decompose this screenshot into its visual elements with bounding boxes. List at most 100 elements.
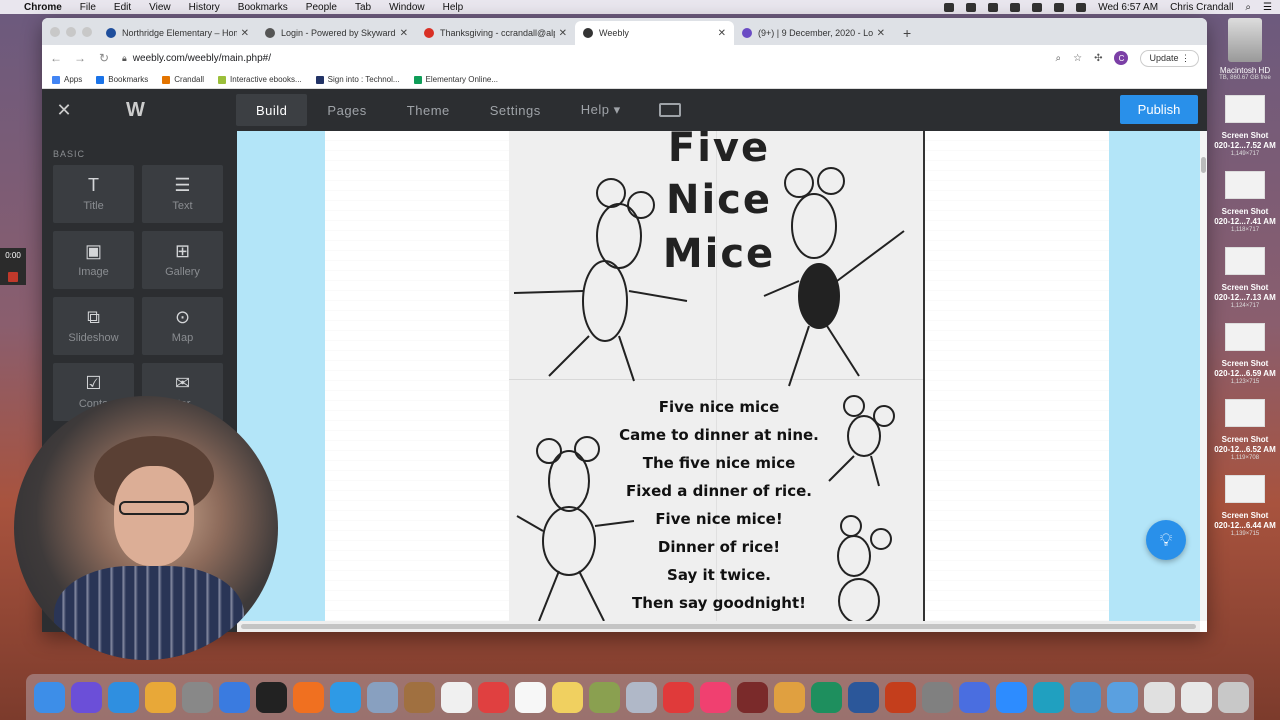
element-tile[interactable]: T Title xyxy=(53,165,134,223)
volume-icon[interactable] xyxy=(1076,2,1087,12)
dock-app-icon[interactable] xyxy=(441,681,472,713)
screenshot-file[interactable]: Screen Shot 020-12...7.52 AM 1,149×717 xyxy=(1210,95,1280,157)
airplay-icon[interactable] xyxy=(988,2,999,12)
menu-bookmarks[interactable]: Bookmarks xyxy=(238,2,288,13)
gear-icon[interactable] xyxy=(944,2,955,12)
browser-tab[interactable]: (9+) | 9 December, 2020 - Loo ✕ xyxy=(734,21,893,45)
bookmark-item[interactable]: Bookmarks xyxy=(96,75,148,84)
menu-people[interactable]: People xyxy=(306,2,337,13)
dock-app-icon[interactable] xyxy=(1070,681,1101,713)
dock-app-icon[interactable] xyxy=(34,681,65,713)
search-icon[interactable]: ⌕ xyxy=(1245,2,1251,13)
scroll-thumb[interactable] xyxy=(1201,157,1206,173)
dock-app-icon[interactable] xyxy=(256,681,287,713)
publish-button[interactable]: Publish xyxy=(1120,95,1198,124)
dock-app-icon[interactable] xyxy=(1107,681,1138,713)
control-center-icon[interactable]: ☰ xyxy=(1263,2,1272,13)
vertical-scrollbar[interactable] xyxy=(1200,131,1207,621)
close-tab-icon[interactable]: ✕ xyxy=(559,28,567,39)
screenshot-file[interactable]: Screen Shot 020-12...7.13 AM 1,124×717 xyxy=(1210,247,1280,309)
update-button[interactable]: Update ⋮ xyxy=(1140,49,1199,67)
element-tile[interactable]: ▣ Image xyxy=(53,231,134,289)
scroll-thumb[interactable] xyxy=(241,624,1196,629)
close-window-button[interactable] xyxy=(50,27,60,37)
browser-tab[interactable]: Thanksgiving - ccrandall@alpi ✕ xyxy=(416,21,575,45)
dock-app-icon[interactable] xyxy=(1144,681,1175,713)
address-bar[interactable]: 🔒︎ weebly.com/weebly/main.php#/ xyxy=(122,53,1043,64)
profile-avatar[interactable]: C xyxy=(1114,51,1129,65)
tab-pages[interactable]: Pages xyxy=(307,94,386,126)
browser-tab[interactable]: Weebly ✕ xyxy=(575,21,734,45)
bookmark-item[interactable]: Elementary Online... xyxy=(413,75,498,84)
close-tab-icon[interactable]: ✕ xyxy=(718,28,726,39)
forward-icon[interactable]: → xyxy=(74,51,86,65)
tab-build[interactable]: Build xyxy=(236,94,308,126)
element-tile[interactable]: ☰ Text xyxy=(142,165,223,223)
tab-help[interactable]: Help ▾ xyxy=(561,94,641,126)
clock[interactable]: Wed 6:57 AM xyxy=(1098,2,1158,13)
back-icon[interactable]: ← xyxy=(50,51,62,65)
url-text[interactable]: weebly.com/weebly/main.php#/ xyxy=(133,53,271,64)
page-content[interactable]: Five Nice Mice Five nice mice Came to di… xyxy=(325,131,1109,621)
close-tab-icon[interactable]: ✕ xyxy=(400,28,408,39)
new-tab-button[interactable]: + xyxy=(893,21,921,45)
zoom-icon[interactable]: ⌕ xyxy=(1055,53,1061,64)
reload-icon[interactable]: ↻ xyxy=(98,51,110,65)
menu-help[interactable]: Help xyxy=(443,2,464,13)
dock-app-icon[interactable] xyxy=(589,681,620,713)
dock-app-icon[interactable] xyxy=(885,681,916,713)
dock-app-icon[interactable] xyxy=(145,681,176,713)
screenshot-file[interactable]: Screen Shot 020-12...6.59 AM 1,123×715 xyxy=(1210,323,1280,385)
tab-settings[interactable]: Settings xyxy=(470,94,561,126)
browser-tab[interactable]: Northridge Elementary – Home ✕ xyxy=(98,21,257,45)
dock-app-icon[interactable] xyxy=(182,681,213,713)
close-tab-icon[interactable]: ✕ xyxy=(241,28,249,39)
dock-app-icon[interactable] xyxy=(737,681,768,713)
editor-canvas[interactable]: Five Nice Mice Five nice mice Came to di… xyxy=(237,131,1200,621)
browser-tab[interactable]: Login - Powered by Skyward ✕ xyxy=(257,21,416,45)
minimize-window-button[interactable] xyxy=(66,27,76,37)
hard-drive-icon[interactable]: Macintosh HD TB, 860.67 GB free xyxy=(1210,18,1280,81)
bookmark-item[interactable]: Sign into : Technol... xyxy=(315,75,400,84)
bookmark-item[interactable]: Interactive ebooks... xyxy=(218,75,302,84)
time-machine-icon[interactable] xyxy=(1010,2,1021,12)
menu-edit[interactable]: Edit xyxy=(114,2,131,13)
dock-app-icon[interactable] xyxy=(108,681,139,713)
bluetooth-icon[interactable] xyxy=(1032,2,1043,12)
dock-app-icon[interactable] xyxy=(293,681,324,713)
weebly-logo-icon[interactable]: W xyxy=(86,99,236,122)
dock-app-icon[interactable] xyxy=(848,681,879,713)
element-tile[interactable]: ⊞ Gallery xyxy=(142,231,223,289)
dock-app-icon[interactable] xyxy=(996,681,1027,713)
zoom-window-button[interactable] xyxy=(82,27,92,37)
menu-history[interactable]: History xyxy=(189,2,220,13)
evernote-icon[interactable] xyxy=(966,2,977,12)
bookmark-item[interactable]: Apps xyxy=(52,75,82,84)
extensions-icon[interactable]: ✣ xyxy=(1094,53,1102,64)
screenshot-file[interactable]: Screen Shot 020-12...7.41 AM 1,118×717 xyxy=(1210,171,1280,233)
dock-app-icon[interactable] xyxy=(774,681,805,713)
close-tab-icon[interactable]: ✕ xyxy=(877,28,885,39)
dock-app-icon[interactable] xyxy=(478,681,509,713)
dock-app-icon[interactable] xyxy=(663,681,694,713)
poem-image[interactable]: Five Nice Mice Five nice mice Came to di… xyxy=(509,131,925,621)
star-icon[interactable]: ☆ xyxy=(1073,53,1082,64)
dock-app-icon[interactable] xyxy=(515,681,546,713)
dock-app-icon[interactable] xyxy=(811,681,842,713)
horizontal-scrollbar[interactable] xyxy=(237,621,1200,632)
close-editor-icon[interactable]: ✕ xyxy=(42,100,86,121)
menu-tab[interactable]: Tab xyxy=(355,2,371,13)
lock-icon[interactable]: 🔒︎ xyxy=(122,53,127,64)
menu-window[interactable]: Window xyxy=(389,2,425,13)
menu-view[interactable]: View xyxy=(149,2,171,13)
dock-app-icon[interactable] xyxy=(71,681,102,713)
dock-app-icon[interactable] xyxy=(404,681,435,713)
screenshot-file[interactable]: Screen Shot 020-12...6.44 AM 1,139×715 xyxy=(1210,475,1280,537)
dock-app-icon[interactable] xyxy=(1181,681,1212,713)
dock-app-icon[interactable] xyxy=(552,681,583,713)
user-name[interactable]: Chris Crandall xyxy=(1170,2,1233,13)
element-tile[interactable]: ⧉ Slideshow xyxy=(53,297,134,355)
dock-app-icon[interactable] xyxy=(959,681,990,713)
bookmark-item[interactable]: Crandall xyxy=(162,75,204,84)
tab-theme[interactable]: Theme xyxy=(387,94,470,126)
